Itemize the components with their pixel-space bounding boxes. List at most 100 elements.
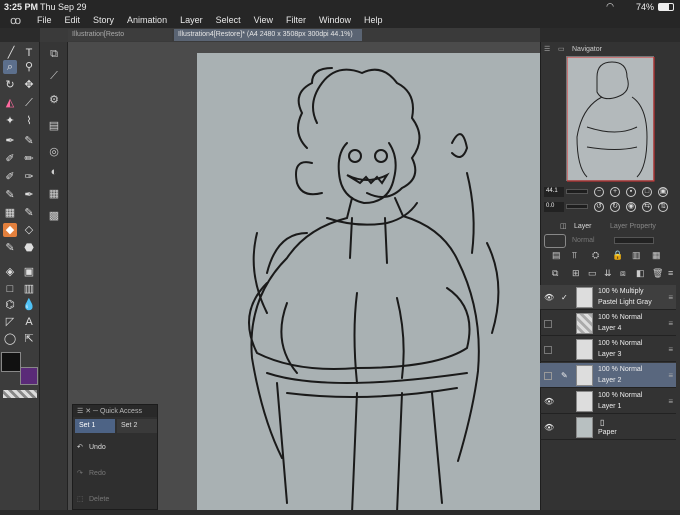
menu-filter[interactable]: Filter xyxy=(286,15,306,25)
paint-brush-icon[interactable]: ✐ xyxy=(3,170,17,184)
new-raster-layer-icon[interactable]: ▤ xyxy=(552,250,561,261)
visibility-off-icon[interactable] xyxy=(544,372,552,380)
visibility-eye-icon[interactable]: 👁 xyxy=(544,293,554,302)
transparent-color-swatch[interactable] xyxy=(3,390,37,398)
blend-icon[interactable]: ✎ xyxy=(22,206,36,220)
menu-file[interactable]: File xyxy=(37,15,52,25)
vector-icon[interactable]: ⌬ xyxy=(3,298,17,312)
panel-menu-icon[interactable]: ☰ xyxy=(544,45,550,53)
pen-icon[interactable]: ✒ xyxy=(3,134,17,148)
tab-illustration[interactable]: Illustration[Resto xyxy=(68,29,172,41)
decoration-icon[interactable]: ✎ xyxy=(3,188,17,202)
new-layer-icon[interactable]: ⧉ xyxy=(552,268,558,279)
text-size-icon[interactable]: T xyxy=(22,46,36,60)
settings-icon[interactable]: ⚙ xyxy=(48,94,60,106)
visibility-off-icon[interactable] xyxy=(544,346,552,354)
frame-icon[interactable]: ◸ xyxy=(3,315,17,329)
lasso-icon[interactable]: ⌇ xyxy=(22,114,36,128)
rotation-slider[interactable] xyxy=(566,204,588,209)
tab-set-2[interactable]: Set 2 xyxy=(117,419,157,433)
main-color-swatch[interactable] xyxy=(1,352,21,372)
menu-edit[interactable]: Edit xyxy=(65,15,81,25)
visibility-eye-icon[interactable]: 👁 xyxy=(544,423,554,432)
layer-row-2[interactable]: ✎ 100 % Normal Layer 2 ≡ xyxy=(540,363,676,388)
visibility-off-icon[interactable] xyxy=(544,320,552,328)
move-icon[interactable]: ✥ xyxy=(22,78,36,92)
balloon-icon[interactable]: ◯ xyxy=(3,332,17,346)
layer-row-pastel[interactable]: 👁 ✓ 100 % Multiply Pastel Light Gray ≡ xyxy=(540,285,676,310)
sub-tool-icon[interactable]: ⧉ xyxy=(48,48,60,60)
drag-handle-icon[interactable]: ≡ xyxy=(668,293,673,302)
opacity-slider[interactable] xyxy=(614,237,654,244)
tab-layer[interactable]: Layer xyxy=(574,223,592,230)
lock-icon[interactable]: 🔒 xyxy=(612,250,623,261)
pattern-icon[interactable]: ▦ xyxy=(3,206,17,220)
gradient-icon[interactable]: ▣ xyxy=(22,265,36,279)
merge-icon[interactable]: ⧈ xyxy=(620,268,626,279)
reset-rotation-icon[interactable]: ◉ xyxy=(626,202,636,212)
redo-button[interactable]: ↷ Redo xyxy=(77,469,106,477)
reference-icon[interactable]: ⛭ xyxy=(592,250,599,261)
checkmark-icon[interactable]: ✓ xyxy=(561,293,571,302)
layer-row-4[interactable]: 100 % Normal Layer 4 ≡ xyxy=(540,311,676,336)
text-icon[interactable]: A xyxy=(22,315,36,329)
rectangle-icon[interactable]: □ xyxy=(3,282,17,296)
app-logo-icon[interactable]: ꝏ xyxy=(10,14,21,27)
layer-row-paper[interactable]: 👁 ▯ Paper xyxy=(540,415,676,440)
tool-property-icon[interactable]: ⟋ xyxy=(48,70,60,82)
menu-window[interactable]: Window xyxy=(319,15,351,25)
menu-help[interactable]: Help xyxy=(364,15,383,25)
eraser-tool-icon[interactable]: ◆ xyxy=(3,223,17,237)
transfer-down-icon[interactable]: ⇊ xyxy=(604,268,612,279)
layer-row-1[interactable]: 👁 100 % Normal Layer 1 ≡ xyxy=(540,389,676,414)
tab-set-1[interactable]: Set 1 xyxy=(75,419,115,433)
eyedropper-icon[interactable]: ⟋ xyxy=(22,96,36,110)
color-set-icon[interactable]: ◐ xyxy=(48,166,60,178)
actual-size-icon[interactable]: ▪ xyxy=(626,187,636,197)
sub-color-swatch[interactable] xyxy=(20,367,38,385)
new-folder-icon[interactable]: ▭ xyxy=(588,268,597,279)
flip-vertical-icon[interactable]: ⇅ xyxy=(658,202,668,212)
canvas-paper[interactable] xyxy=(197,53,540,514)
pencil-icon[interactable]: ✎ xyxy=(22,134,36,148)
tab-illustration4[interactable]: Illustration4[Restore]* (A4 2480 x 3508p… xyxy=(174,29,362,41)
zoom-tool-icon[interactable]: ⌕ xyxy=(3,60,17,74)
undo-button[interactable]: ↶ Undo xyxy=(77,443,106,451)
zoom-out-icon[interactable]: − xyxy=(594,187,604,197)
ink-icon[interactable]: ✒ xyxy=(22,188,36,202)
delete-button[interactable]: ⬚ Delete xyxy=(77,495,109,503)
brush-icon[interactable]: ✏ xyxy=(22,152,36,166)
navigator-preview[interactable] xyxy=(566,56,655,182)
menu-story[interactable]: Story xyxy=(93,15,114,25)
approx-color-icon[interactable]: ▦ xyxy=(48,188,60,200)
clip-icon[interactable]: ⫪ xyxy=(572,250,577,261)
tab-layer-property[interactable]: Layer Property xyxy=(610,223,656,230)
zoom-value[interactable]: 44.1 xyxy=(544,187,564,197)
zoom-slider[interactable] xyxy=(566,189,588,194)
visibility-eye-icon[interactable]: 👁 xyxy=(544,397,554,406)
rotation-value[interactable]: 0.0 xyxy=(544,202,564,212)
menu-view[interactable]: View xyxy=(254,15,273,25)
fit-window-icon[interactable]: ▣ xyxy=(658,187,668,197)
rotate-icon[interactable]: ↻ xyxy=(3,78,17,92)
rotate-left-icon[interactable]: ↺ xyxy=(594,202,604,212)
new-vector-icon[interactable]: ⊞ xyxy=(572,268,580,279)
magic-wand-icon[interactable]: ✦ xyxy=(3,114,17,128)
drop-icon[interactable]: 💧 xyxy=(22,298,36,312)
search-icon[interactable]: ⚲ xyxy=(22,60,36,74)
brush-size-panel-icon[interactable]: ▤ xyxy=(48,120,60,132)
bucket-icon[interactable]: ◈ xyxy=(3,265,17,279)
eraser-icon[interactable]: ◇ xyxy=(22,223,36,237)
brush-size-icon[interactable]: ╱ xyxy=(4,46,18,60)
marker-icon[interactable]: ✐ xyxy=(3,152,17,166)
drag-handle-icon[interactable]: ≡ xyxy=(668,319,673,328)
operation-icon[interactable]: ◭ xyxy=(3,96,17,110)
airbrush-icon[interactable]: ✑ xyxy=(22,170,36,184)
menu-layer[interactable]: Layer xyxy=(180,15,203,25)
drag-handle-icon[interactable]: ≡ xyxy=(668,345,673,354)
menu-animation[interactable]: Animation xyxy=(127,15,167,25)
trash-icon[interactable]: 🗑 xyxy=(652,268,663,279)
pen-alt-icon[interactable]: ✎ xyxy=(3,241,17,255)
fit-icon[interactable]: □ xyxy=(642,187,652,197)
fill-icon[interactable]: ⬣ xyxy=(22,241,36,255)
